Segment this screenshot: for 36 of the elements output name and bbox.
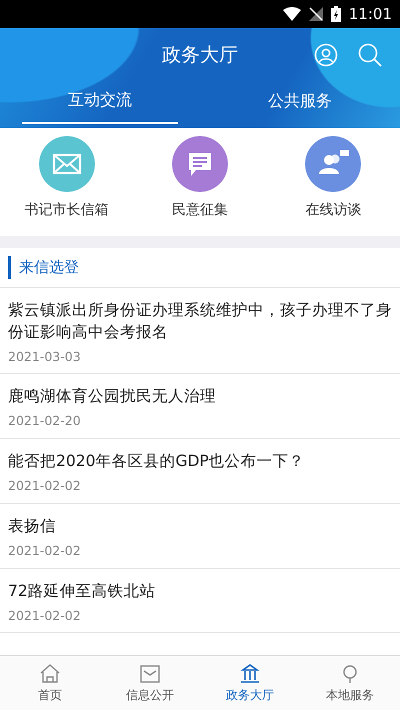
shortcut-label: 民意征集: [172, 201, 228, 220]
letter-date: 2021-03-03: [8, 348, 82, 366]
letter-date: 2021-02-02: [8, 542, 82, 560]
letter-item[interactable]: 紫云镇派出所身份证办理系统维护中，孩子办理不了身份证影响高中会考报名 2021-03-03: [0, 288, 400, 374]
letter-title: 能否把2020年各区县的GDP也公布一下？: [8, 451, 306, 472]
tab[interactable]: 互动交流: [22, 82, 178, 124]
no-sim-icon: [308, 7, 323, 21]
nav-tab[interactable]: 本地服务: [300, 656, 400, 710]
letter-title: 72路延伸至高铁北站: [8, 580, 157, 602]
letter-item[interactable]: 72路延伸至高铁北站 2021-02-02: [0, 568, 400, 634]
nav-tab[interactable]: 信息公开: [100, 656, 200, 710]
wifi-icon: [282, 7, 301, 21]
letter-title: 鹿鸣湖体育公园扰民无人治理: [8, 386, 217, 408]
battery-icon: [330, 6, 341, 22]
user-icon[interactable]: [314, 43, 338, 67]
letter-title: 表扬信: [8, 516, 57, 537]
letter-date: 2021-02-02: [8, 606, 82, 624]
building-icon: [238, 662, 262, 686]
shortcut-label: 书记市长信箱: [24, 201, 109, 220]
shortcut[interactable]: 书记市长信箱: [6, 136, 127, 228]
nav-tab[interactable]: 首页: [0, 656, 100, 710]
letter-item[interactable]: 能否把2020年各区县的GDP也公布一下？ 2021-02-02: [0, 439, 400, 504]
tab[interactable]: 公共服务: [222, 82, 378, 124]
shortcut-label: 在线访谈: [305, 201, 362, 220]
shortcut[interactable]: 民意征集: [140, 136, 260, 228]
nav-tab[interactable]: 政务大厅: [200, 656, 300, 710]
letter-date: 2021-02-02: [8, 477, 82, 495]
letter-item[interactable]: 表扬信 2021-02-02: [0, 504, 400, 568]
letter-item[interactable]: 鹿鸣湖体育公园扰民无人治理 2021-02-20: [0, 374, 400, 439]
letter-date: 2021-02-20: [8, 412, 82, 430]
page-title: 政务大厅: [162, 42, 238, 68]
shortcut[interactable]: 在线访谈: [273, 136, 394, 228]
search-icon[interactable]: [357, 42, 383, 68]
status-time: 11:01: [348, 4, 392, 25]
letter-title: 紫云镇派出所身份证办理系统维护中，孩子办理不了身份证影响高中会考报名: [8, 300, 392, 342]
section-title: 来信选登: [8, 256, 392, 278]
